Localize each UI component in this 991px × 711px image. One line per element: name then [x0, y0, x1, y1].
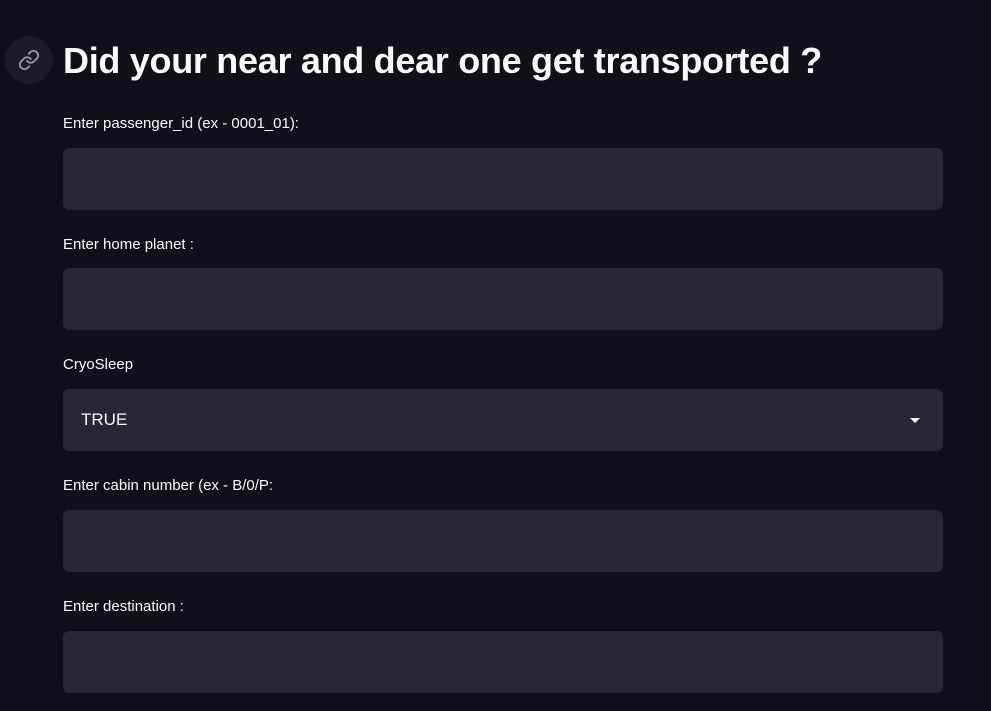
passenger-id-label: Enter passenger_id (ex - 0001_01):: [63, 115, 299, 132]
cryosleep-selected-value: TRUE: [81, 410, 128, 429]
home-planet-label: Enter home planet :: [63, 236, 194, 253]
cabin-number-label: Enter cabin number (ex - B/0/P:: [63, 477, 274, 494]
page-title: Did your near and dear one get transport…: [63, 40, 822, 81]
destination-label: Enter destination :: [63, 598, 184, 615]
passenger-id-input[interactable]: [63, 148, 943, 210]
header-anchor-link[interactable]: [5, 36, 53, 84]
destination-input[interactable]: [63, 631, 943, 693]
cryosleep-select[interactable]: TRUE: [63, 389, 943, 451]
cryosleep-label: CryoSleep: [63, 356, 134, 373]
cabin-number-input[interactable]: [63, 510, 943, 572]
app-page: Did your near and dear one get transport…: [0, 0, 991, 711]
link-icon: [18, 49, 40, 71]
chevron-down-icon[interactable]: [910, 417, 920, 423]
home-planet-input[interactable]: [63, 268, 943, 330]
